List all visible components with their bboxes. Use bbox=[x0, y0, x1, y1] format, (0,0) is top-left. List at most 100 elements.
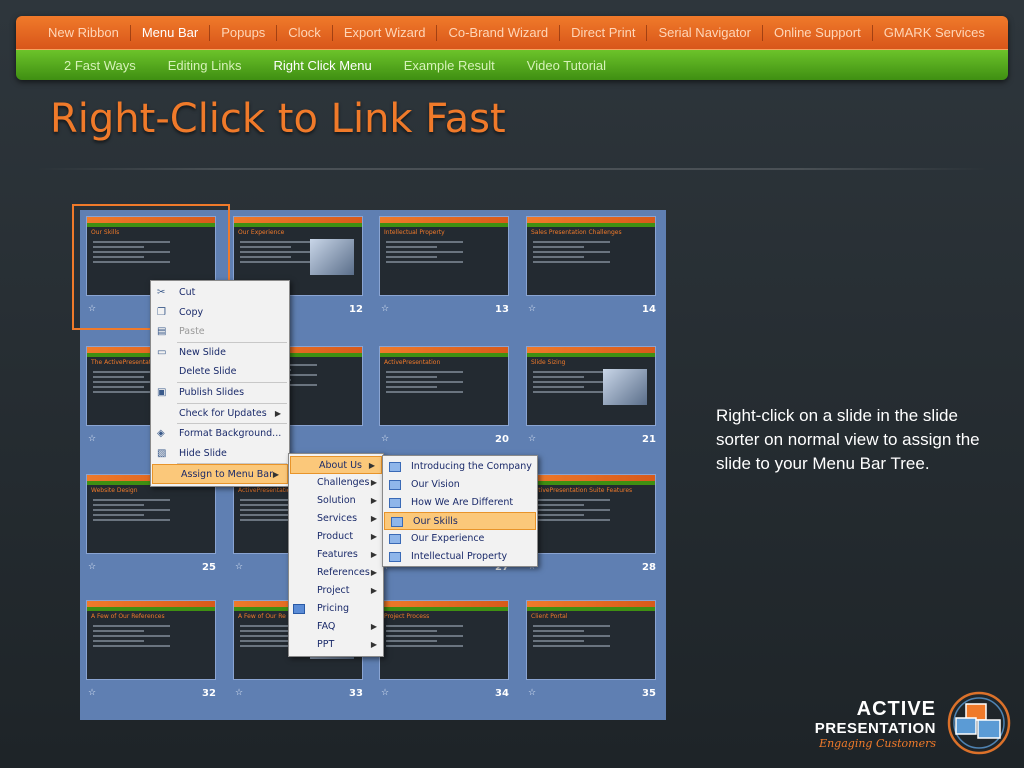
slide-number: 12 bbox=[349, 304, 363, 315]
menu-bar-item-ppt[interactable]: PPT ▶ bbox=[289, 636, 383, 654]
menu-bar-item-faq[interactable]: FAQ ▶ bbox=[289, 618, 383, 636]
slide-thumb-text-line bbox=[533, 509, 610, 511]
about-us-item-intellectual-property[interactable]: Intellectual Property bbox=[383, 548, 537, 566]
slide-transition-icon: ☆ bbox=[88, 434, 97, 444]
nav-item-direct-print[interactable]: Direct Print bbox=[560, 24, 648, 41]
slide-thumbnail[interactable]: A Few of Our References bbox=[86, 600, 216, 680]
slide-number: 21 bbox=[642, 434, 656, 445]
context-menu-item-publish-slides[interactable]: ▣ Publish Slides bbox=[151, 383, 289, 403]
about-us-item-introducing-the-company[interactable]: Introducing the Company bbox=[383, 458, 537, 476]
context-menu-item-delete-slide[interactable]: Delete Slide bbox=[151, 362, 289, 382]
context-menu-item-paste: ▤ Paste bbox=[151, 322, 289, 342]
subnav-item-right-click-menu[interactable]: Right Click Menu bbox=[257, 58, 387, 73]
slide-thumb-text-line bbox=[240, 256, 292, 258]
menu-bar-item-product[interactable]: Product ▶ bbox=[289, 528, 383, 546]
slide-thumb-text-line bbox=[93, 519, 170, 521]
about-us-submenu: Introducing the Company Our Vision How We … bbox=[382, 455, 538, 567]
nav-item-co-brand-wizard[interactable]: Co-Brand Wizard bbox=[437, 24, 561, 41]
subnav-item-editing-links[interactable]: Editing Links bbox=[152, 58, 258, 73]
slide-thumb-text-line bbox=[93, 645, 170, 647]
context-menu-item-copy[interactable]: ❐ Copy bbox=[151, 303, 289, 323]
slide-thumbnail[interactable]: Slide Sizing bbox=[526, 346, 656, 426]
menu-bar-item-solution[interactable]: Solution ▶ bbox=[289, 492, 383, 510]
title-divider bbox=[36, 168, 988, 170]
slide-thumb-text-line bbox=[386, 640, 438, 642]
slide-thumb-text-line bbox=[240, 640, 292, 642]
slide-thumb-text-line bbox=[386, 645, 463, 647]
slide-thumbnail[interactable]: Project Process bbox=[379, 600, 509, 680]
menu-bar-primary: New Ribbon Menu Bar Popups Clock Export Wiza… bbox=[16, 16, 1008, 50]
slide-thumbnail[interactable]: Client Portal bbox=[526, 600, 656, 680]
context-menu-item-new-slide[interactable]: ▭ New Slide bbox=[151, 343, 289, 363]
subnav-item-video-tutorial[interactable]: Video Tutorial bbox=[511, 58, 622, 73]
slide-thumbnail[interactable]: ActivePresentation bbox=[379, 346, 509, 426]
slide-thumb-text-line bbox=[386, 635, 463, 637]
slide-transition-icon: ☆ bbox=[381, 434, 390, 444]
slide-thumb-title: Client Portal bbox=[531, 613, 568, 620]
nav-item-online-support[interactable]: Online Support bbox=[763, 24, 873, 41]
slide-thumb-text-line bbox=[386, 261, 463, 263]
menu-bar-item-references[interactable]: References ▶ bbox=[289, 564, 383, 582]
submenu-arrow-icon: ▶ bbox=[370, 496, 377, 505]
nav-item-gmark-services[interactable]: GMARK Services bbox=[873, 25, 996, 41]
about-us-item-our-experience[interactable]: Our Experience bbox=[383, 530, 537, 548]
slide-transition-icon: ☆ bbox=[235, 562, 244, 572]
menu-bar-item-about-us[interactable]: About Us ▶ bbox=[290, 456, 382, 474]
menu-bar-item-pricing[interactable]: Pricing bbox=[289, 600, 383, 618]
slide-transition-icon: ☆ bbox=[381, 304, 390, 314]
slide-thumb-title: Sales Presentation Challenges bbox=[531, 229, 622, 236]
menu-bar-item-services[interactable]: Services ▶ bbox=[289, 510, 383, 528]
copy-icon: ❐ bbox=[157, 306, 166, 318]
about-us-item-our-vision[interactable]: Our Vision bbox=[383, 476, 537, 494]
about-us-item-label: How We Are Different bbox=[411, 497, 514, 508]
menu-bar-item-challenges[interactable]: Challenges ▶ bbox=[289, 474, 383, 492]
context-menu-item-cut[interactable]: ✂ Cut bbox=[151, 283, 289, 303]
subnav-item-example-result[interactable]: Example Result bbox=[388, 58, 511, 73]
context-menu-item-format-background[interactable]: ◈ Format Background... bbox=[151, 424, 289, 444]
context-menu-item-label: Check for Updates bbox=[179, 407, 267, 419]
slide-number: 33 bbox=[349, 688, 363, 699]
subnav-item-2-fast-ways[interactable]: 2 Fast Ways bbox=[48, 58, 152, 73]
nav-item-clock[interactable]: Clock bbox=[277, 24, 333, 41]
slide-thumb-text-line bbox=[386, 371, 463, 373]
context-menu-item-check-for-updates[interactable]: Check for Updates ▶ bbox=[151, 404, 289, 424]
menu-bar-item-label: Project bbox=[317, 585, 350, 596]
slide-thumbnail[interactable]: Intellectual Property bbox=[379, 216, 509, 296]
context-menu-item-assign-to-menu-bar[interactable]: Assign to Menu Bar ▶ bbox=[152, 464, 288, 484]
nav-item-export-wizard[interactable]: Export Wizard bbox=[333, 24, 438, 41]
nav-item-new-ribbon[interactable]: New Ribbon bbox=[38, 24, 131, 41]
slide-thumbnail[interactable]: Sales Presentation Challenges bbox=[526, 216, 656, 296]
nav-item-menu-bar[interactable]: Menu Bar bbox=[131, 24, 211, 41]
nav-item-serial-navigator[interactable]: Serial Navigator bbox=[647, 24, 763, 41]
about-us-item-our-skills[interactable]: Our Skills bbox=[384, 512, 536, 530]
slide-thumb-text-line bbox=[533, 504, 585, 506]
submenu-arrow-icon: ▶ bbox=[370, 640, 377, 649]
slide-link-icon bbox=[391, 517, 403, 527]
slide-thumb-text-line bbox=[386, 386, 438, 388]
menu-bar-item-project[interactable]: Project ▶ bbox=[289, 582, 383, 600]
slide-thumb-text-line bbox=[533, 519, 610, 521]
slide-thumb-text-line bbox=[386, 391, 463, 393]
new-slide-icon: ▭ bbox=[157, 346, 167, 358]
menu-bar-secondary: 2 Fast Ways Editing Links Right Click Menu… bbox=[16, 50, 1008, 80]
menu-bar-item-label: Product bbox=[317, 531, 354, 542]
slide-transition-icon: ☆ bbox=[528, 434, 537, 444]
slide-thumbnail[interactable]: ActivePresentation Suite Features bbox=[526, 474, 656, 554]
menu-bar-item-label: Pricing bbox=[317, 603, 350, 614]
slide-thumb-text-line bbox=[533, 371, 610, 373]
slide-thumb-text-line bbox=[93, 625, 170, 627]
menu-bar-item-features[interactable]: Features ▶ bbox=[289, 546, 383, 564]
logo-line-2: PRESENTATION bbox=[814, 720, 936, 737]
slide-thumb-text-line bbox=[533, 256, 585, 258]
nav-item-popups[interactable]: Popups bbox=[210, 24, 278, 41]
slide-transition-icon: ☆ bbox=[88, 688, 97, 698]
slide-number: 13 bbox=[495, 304, 509, 315]
context-menu-item-hide-slide[interactable]: ▧ Hide Slide bbox=[151, 444, 289, 464]
slide-thumb-text-line bbox=[386, 381, 463, 383]
slide-thumb-text-line bbox=[93, 635, 170, 637]
slide-thumb-text-line bbox=[533, 391, 610, 393]
slide-number: 32 bbox=[202, 688, 216, 699]
slide-thumb-text-line bbox=[93, 386, 145, 388]
about-us-item-how-we-are-different[interactable]: How We Are Different bbox=[383, 494, 537, 512]
submenu-arrow-icon: ▶ bbox=[272, 470, 279, 480]
